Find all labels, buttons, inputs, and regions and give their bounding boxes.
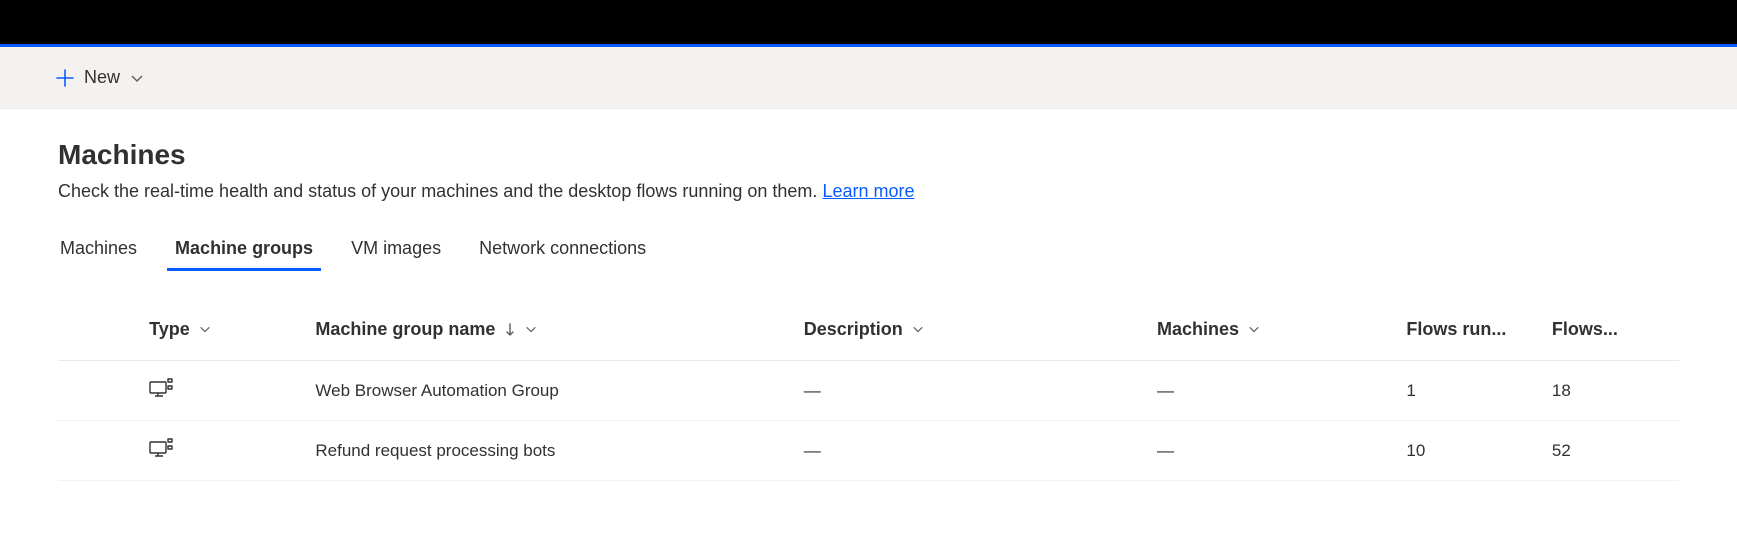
col-description-label: Description (804, 319, 903, 339)
col-description[interactable]: Description (796, 299, 1149, 361)
chevron-down-icon (130, 71, 144, 85)
cell-description: — (796, 361, 1149, 421)
page-subtitle-text: Check the real-time health and status of… (58, 181, 822, 201)
col-flows-queued[interactable]: Flows... (1544, 299, 1679, 361)
page-content: Machines Check the real-time health and … (0, 109, 1737, 481)
cell-flows-queued: 18 (1544, 361, 1679, 421)
cell-flows-running: 1 (1398, 361, 1543, 421)
chevron-down-icon (1244, 323, 1260, 335)
learn-more-link[interactable]: Learn more (822, 181, 914, 201)
cell-machines: — (1149, 421, 1398, 481)
machine-groups-table: Type Machine group name Description (58, 299, 1679, 481)
chevron-down-icon (195, 323, 211, 335)
table-row[interactable]: Web Browser Automation Group — — 1 18 (58, 361, 1679, 421)
col-gutter (58, 299, 141, 361)
cell-name: Refund request processing bots (307, 421, 795, 481)
tab-machine-groups[interactable]: Machine groups (173, 232, 315, 269)
cell-name: Web Browser Automation Group (307, 361, 795, 421)
col-name-label: Machine group name (315, 319, 495, 339)
col-flows-running[interactable]: Flows run... (1398, 299, 1543, 361)
cell-flows-queued: 52 (1544, 421, 1679, 481)
col-type-label: Type (149, 319, 190, 339)
tab-list: Machines Machine groups VM images Networ… (58, 232, 1679, 269)
page-subtitle: Check the real-time health and status of… (58, 181, 1679, 202)
tab-network-connections[interactable]: Network connections (477, 232, 648, 269)
tab-machines[interactable]: Machines (58, 232, 139, 269)
top-bar (0, 0, 1737, 44)
sort-down-icon (500, 319, 521, 339)
machine-group-icon (149, 437, 173, 459)
command-bar: New (0, 47, 1737, 109)
new-button[interactable]: New (56, 67, 144, 88)
plus-icon (56, 69, 74, 87)
cell-flows-running: 10 (1398, 421, 1543, 481)
chevron-down-icon (521, 323, 537, 335)
page-title: Machines (58, 139, 1679, 171)
new-button-label: New (84, 67, 120, 88)
col-machines[interactable]: Machines (1149, 299, 1398, 361)
col-type[interactable]: Type (141, 299, 307, 361)
col-machines-label: Machines (1157, 319, 1239, 339)
col-flows-running-label: Flows run... (1406, 319, 1506, 339)
cell-description: — (796, 421, 1149, 481)
machine-group-icon (149, 377, 173, 399)
col-flows-queued-label: Flows... (1552, 319, 1618, 339)
chevron-down-icon (908, 323, 924, 335)
table-row[interactable]: Refund request processing bots — — 10 52 (58, 421, 1679, 481)
tab-vm-images[interactable]: VM images (349, 232, 443, 269)
cell-machines: — (1149, 361, 1398, 421)
table-header-row: Type Machine group name Description (58, 299, 1679, 361)
col-name[interactable]: Machine group name (307, 299, 795, 361)
